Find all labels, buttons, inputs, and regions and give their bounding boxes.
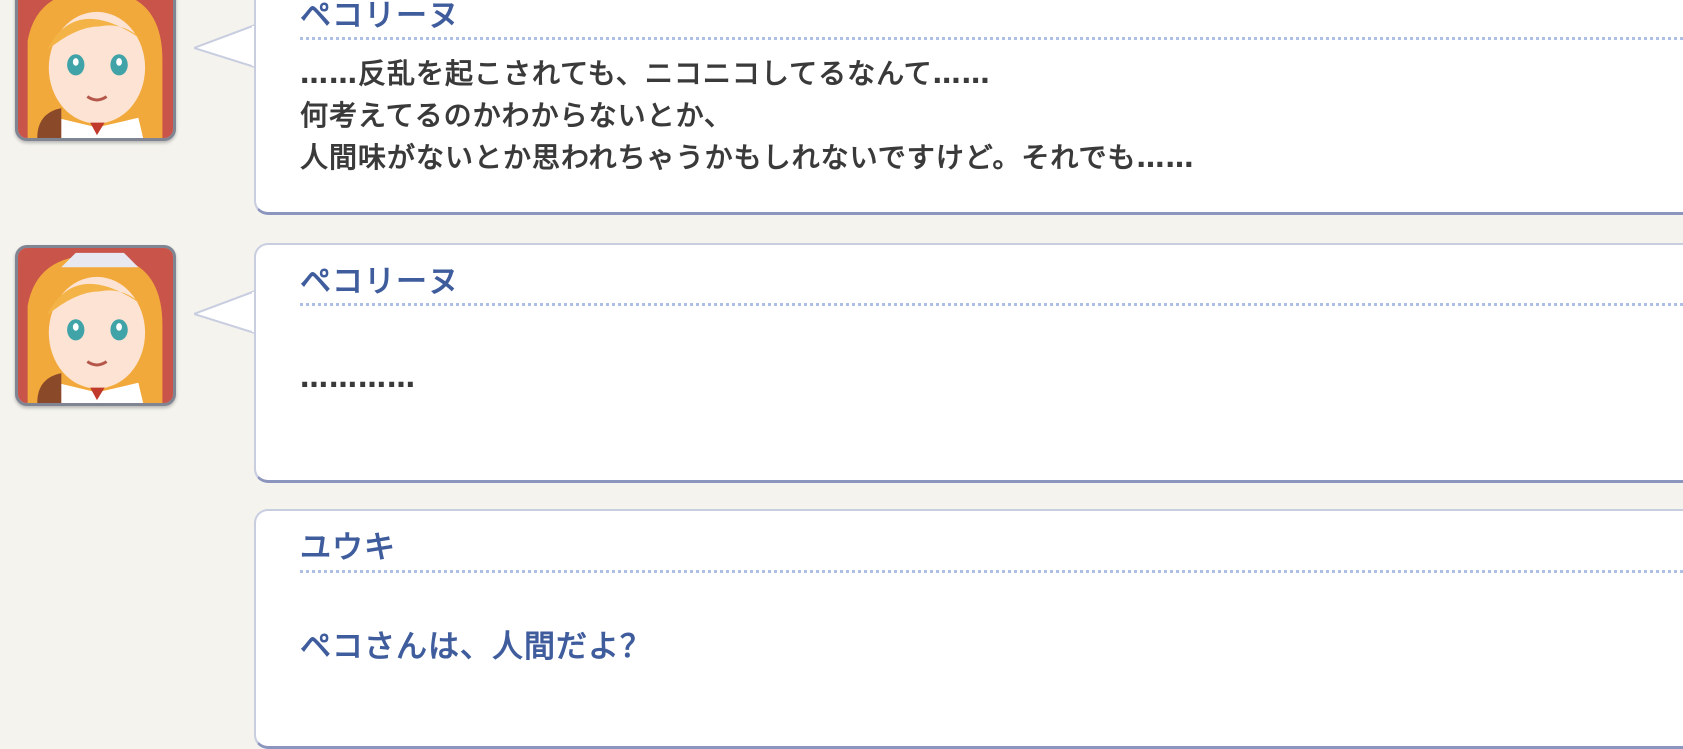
dialogue-entry: ユウキ ペコさんは、人間だよ？ [0,0,1683,749]
speaker-name: ユウキ [300,530,396,566]
conversation-log: ペコリーヌ ……反乱を起こされても、ニコニコしてるなんて…… 何考えてるのかわか… [0,0,1683,749]
dialogue-line: ペコさんは、人間だよ？ [300,629,652,665]
speaker-divider [300,570,1683,573]
